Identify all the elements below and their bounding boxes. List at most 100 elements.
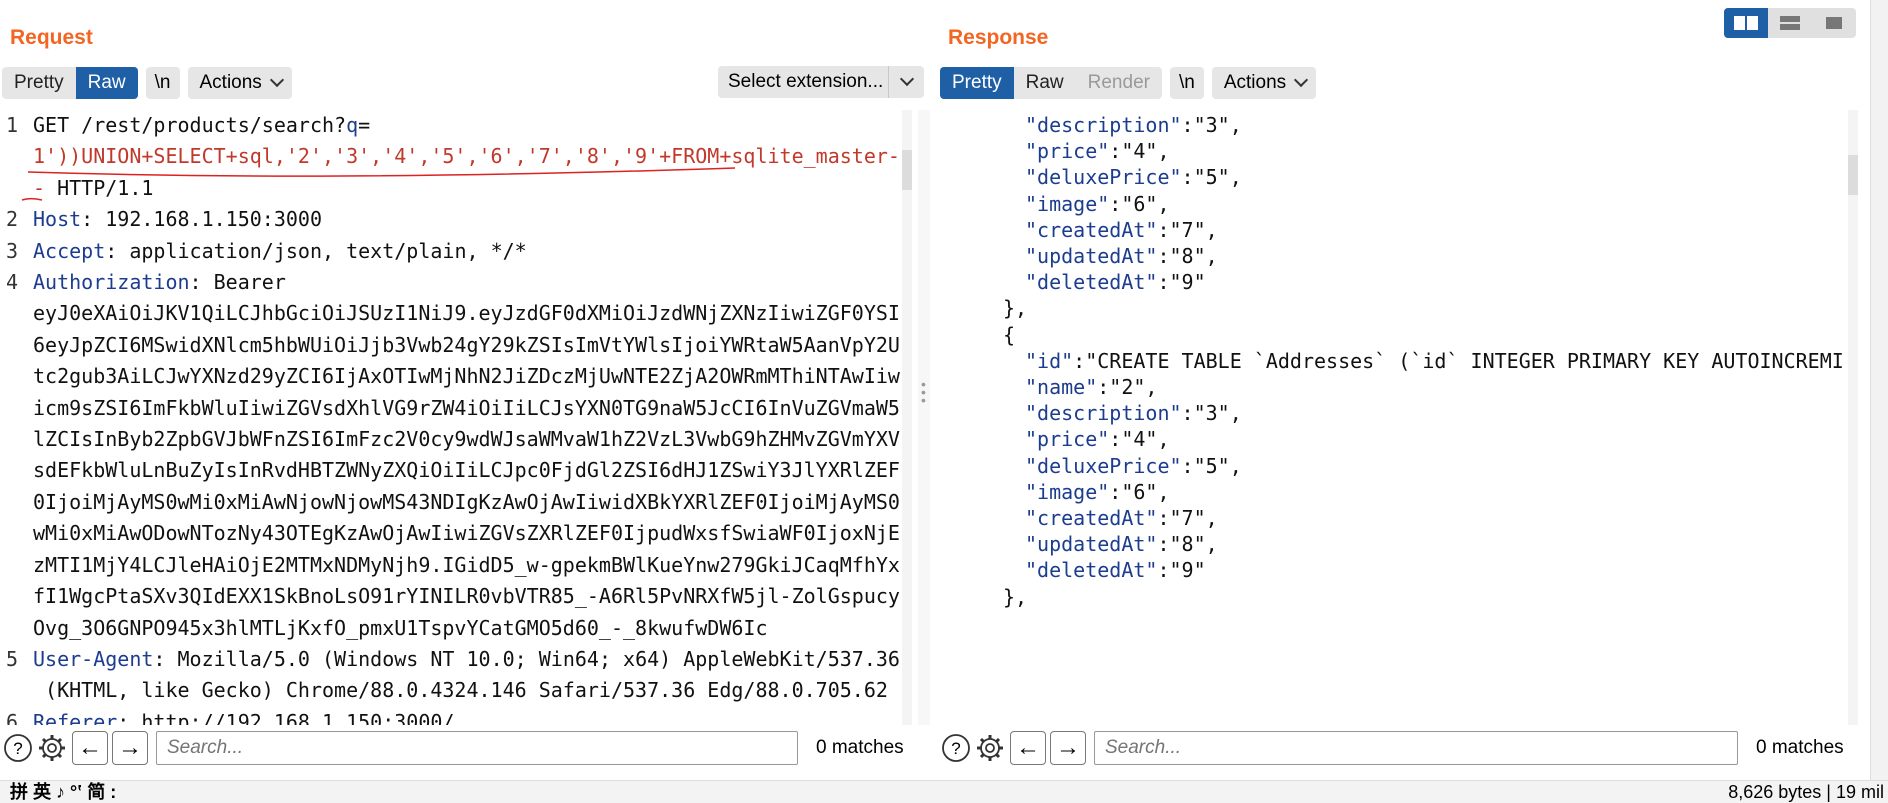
inspector-rail[interactable]	[1870, 0, 1888, 780]
json-value: },	[1003, 584, 1028, 609]
arrow-left-icon[interactable]: ←	[1010, 731, 1046, 765]
request-line: Referer: http://192.168.1.150:3000/	[33, 707, 900, 725]
request-token: : application/json, text/plain, */*	[105, 238, 527, 263]
request-search-input[interactable]	[156, 731, 798, 765]
response-tab-raw[interactable]: Raw	[1014, 67, 1076, 99]
split-vertical-icon[interactable]	[1768, 8, 1812, 38]
request-token: : Mozilla/5.0 (Windows NT 10.0; Win64; x…	[153, 646, 900, 671]
single-pane-icon[interactable]	[1812, 8, 1856, 38]
request-tab-raw[interactable]: Raw	[75, 67, 138, 99]
split-horizontal-icon[interactable]	[1724, 8, 1768, 38]
layout-toggle	[1724, 8, 1856, 38]
response-search-input[interactable]	[1094, 731, 1738, 765]
request-tab-pretty[interactable]: Pretty	[2, 67, 76, 99]
json-key: "description"	[1025, 113, 1182, 137]
request-line: icm9sZSI6ImFkbWluIiwiZGVsdXhlVG9rZW4iOiI…	[33, 393, 900, 424]
request-matches-count: 0 matches	[816, 737, 904, 758]
request-token: Referer	[33, 709, 118, 725]
request-line: User-Agent: Mozilla/5.0 (Windows NT 10.0…	[33, 644, 900, 675]
json-value: :"9"	[1157, 558, 1206, 583]
json-value: :"4",	[1109, 427, 1170, 452]
request-token: zMTI1MjY4LCJleHAiOjE2MTMxNDMyNjh9.IGidD5…	[33, 552, 900, 577]
request-token: =	[358, 113, 371, 137]
json-key: "price"	[1025, 427, 1110, 452]
request-token: (KHTML, like Gecko) Chrome/88.0.4324.146…	[33, 678, 888, 703]
request-scrollbar[interactable]	[902, 110, 912, 725]
request-line: zMTI1MjY4LCJleHAiOjE2MTMxNDMyNjh9.IGidD5…	[33, 550, 900, 581]
gear-icon[interactable]	[974, 732, 1006, 764]
request-line: sdEFkbWluLnBuZyIsInRvdHBTZWNyZXQiOiIiLCJ…	[33, 455, 900, 486]
request-editor[interactable]: 1 234 5 6 GET /rest/products/search?q= 1'…	[0, 110, 912, 725]
json-value: :"7",	[1157, 506, 1218, 530]
request-line: wMi0xMiAwODowNTozNy43OTEgKzAwOjAwIiwiZGV…	[33, 518, 900, 549]
json-value: :"CREATE TABLE `Addresses` (`id` INTEGER…	[1073, 348, 1844, 373]
request-token: : 192.168.1.150:3000	[81, 207, 322, 232]
json-value: :"2",	[1097, 375, 1158, 399]
response-toolbar: Pretty Raw Render \n Actions	[940, 66, 1317, 100]
request-actions-button[interactable]: Actions	[187, 67, 292, 99]
response-editor[interactable]: "description":"3", "price":"4", "deluxePri…	[938, 110, 1858, 725]
response-tab-pretty[interactable]: Pretty	[940, 67, 1014, 99]
ime-indicator: 拼 英 ♪ °‛ 简 :	[10, 782, 117, 802]
json-value: :"9"	[1157, 270, 1206, 295]
json-key: "image"	[1025, 191, 1110, 216]
response-view-tabs: Pretty Raw Render	[940, 67, 1162, 99]
line-number	[6, 487, 26, 518]
json-key: "description"	[1025, 401, 1182, 426]
request-token: icm9sZSI6ImFkbWluIiwiZGVsdXhlVG9rZW4iOiI…	[33, 395, 900, 420]
json-value: :"6",	[1109, 479, 1170, 504]
request-line: eyJ0eXAiOiJKV1QiLCJhbGciOiJSUzI1NiJ9.eyJ…	[33, 298, 900, 329]
request-token: tc2gub3AiLCJwYXNzd29yZCI6IjAxOTIwMjNhN2J…	[33, 364, 900, 389]
request-token: q	[346, 113, 359, 137]
json-key: "updatedAt"	[1025, 532, 1158, 557]
line-number	[6, 518, 26, 549]
json-key: "createdAt"	[1025, 506, 1158, 530]
line-number	[6, 613, 26, 644]
line-number: 2	[6, 207, 19, 232]
pane-splitter[interactable]: • • •	[918, 110, 930, 725]
json-key: "updatedAt"	[1025, 244, 1158, 268]
line-number	[6, 675, 26, 706]
line-number: 4	[6, 270, 19, 295]
line-number	[6, 298, 26, 329]
help-icon[interactable]: ?	[940, 732, 972, 764]
gear-icon[interactable]	[36, 732, 68, 764]
line-number: 1	[6, 113, 19, 137]
json-key: "deluxePrice"	[1025, 453, 1182, 478]
request-line: tc2gub3AiLCJwYXNzd29yZCI6IjAxOTIwMjNhN2J…	[33, 361, 900, 392]
arrow-left-icon[interactable]: ←	[72, 731, 108, 765]
line-number	[6, 393, 26, 424]
response-scrollbar[interactable]	[1848, 110, 1858, 725]
request-token: Accept	[33, 238, 106, 263]
json-key: "createdAt"	[1025, 217, 1158, 242]
response-newline-toggle[interactable]: \n	[1169, 67, 1204, 99]
json-line: {	[1003, 320, 1015, 351]
request-line: (KHTML, like Gecko) Chrome/88.0.4324.146…	[33, 675, 900, 706]
line-number	[6, 330, 26, 361]
svg-text:?: ?	[951, 739, 960, 758]
line-number	[6, 455, 26, 486]
response-actions-button[interactable]: Actions	[1211, 67, 1317, 99]
json-key: "price"	[1025, 139, 1110, 164]
request-toolbar: Pretty Raw \n Actions	[2, 66, 292, 100]
arrow-right-icon[interactable]: →	[112, 731, 148, 765]
help-icon[interactable]: ?	[2, 732, 34, 764]
request-token: : Bearer	[189, 270, 286, 295]
request-newline-toggle[interactable]: \n	[145, 67, 180, 99]
json-value: {	[1003, 322, 1016, 347]
json-key: "deletedAt"	[1025, 558, 1158, 583]
line-number: 6	[6, 709, 19, 725]
response-tab-render[interactable]: Render	[1076, 67, 1162, 99]
arrow-right-icon[interactable]: →	[1050, 731, 1086, 765]
json-value: :"8",	[1157, 532, 1218, 557]
chevron-down-icon	[888, 66, 924, 98]
line-number: 5	[6, 646, 19, 671]
request-line: lZCIsInByb2ZpbGVJbWFnZSI6ImFzc2V0cy9wdWJ…	[33, 424, 900, 455]
select-extension-label: Select extension...	[728, 71, 884, 92]
select-extension-dropdown[interactable]: Select extension...	[718, 66, 924, 98]
line-number	[6, 424, 26, 455]
request-token: : http://192.168.1.150:3000/	[117, 709, 455, 725]
request-line: fI1WgcPtaSXv3QIdEXX1SkBnoLsO91rYINILR0vb…	[33, 581, 900, 612]
json-value: :"4",	[1109, 139, 1170, 164]
chevron-down-icon	[269, 72, 284, 88]
